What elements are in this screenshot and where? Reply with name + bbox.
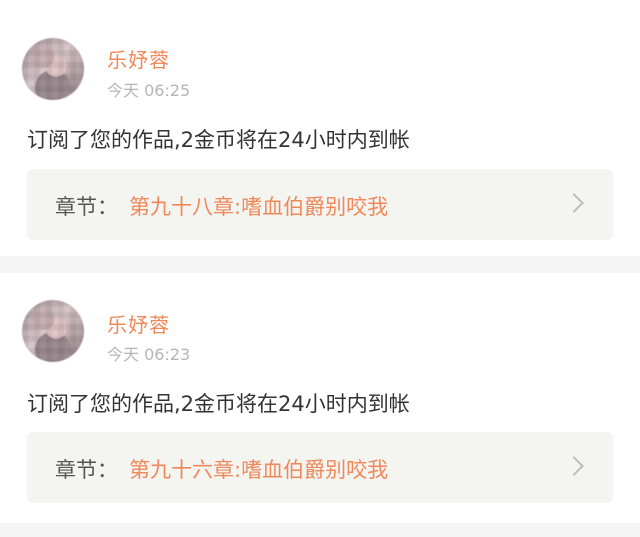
- notification-message: 订阅了您的作品,2金币将在24小时内到帐: [27, 392, 410, 416]
- timestamp: 今天 06:25: [107, 81, 191, 100]
- avatar[interactable]: [22, 300, 84, 362]
- chapter-title: 第九十八章:嗜血伯爵别咬我: [129, 195, 389, 219]
- avatar[interactable]: [22, 38, 84, 100]
- chapter-link[interactable]: 章节： 第九十六章:嗜血伯爵别咬我: [27, 432, 613, 503]
- notification-card: 乐妤蓉 今天 06:23 订阅了您的作品,2金币将在24小时内到帐 章节： 第九…: [0, 273, 640, 523]
- user-name[interactable]: 乐妤蓉: [107, 309, 170, 338]
- timestamp: 今天 06:23: [107, 345, 191, 364]
- chevron-right-icon: [564, 456, 584, 476]
- chapter-prefix: 章节：: [55, 195, 118, 219]
- notification-card: 乐妤蓉 今天 06:25 订阅了您的作品,2金币将在24小时内到帐 章节： 第九…: [0, 0, 640, 256]
- chevron-right-icon: [564, 193, 584, 213]
- chapter-title: 第九十六章:嗜血伯爵别咬我: [129, 458, 389, 482]
- user-name[interactable]: 乐妤蓉: [107, 44, 170, 73]
- chapter-link[interactable]: 章节： 第九十八章:嗜血伯爵别咬我: [27, 169, 613, 240]
- chapter-prefix: 章节：: [55, 458, 118, 482]
- notification-message: 订阅了您的作品,2金币将在24小时内到帐: [27, 128, 410, 152]
